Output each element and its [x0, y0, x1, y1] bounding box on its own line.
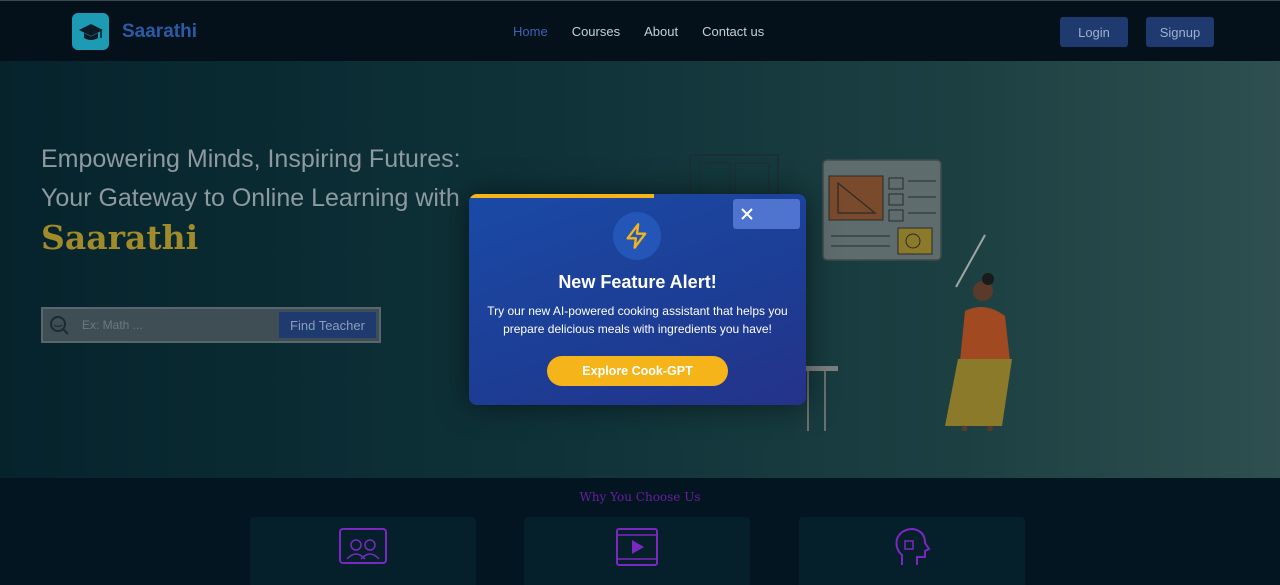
feature-alert-modal: New Feature Alert! Try our new AI-powere…	[469, 194, 806, 405]
hero-brand: Saarathi	[41, 218, 199, 257]
section-title: Why You Choose Us	[579, 490, 701, 504]
login-button[interactable]: Login	[1060, 17, 1128, 47]
close-icon	[741, 208, 753, 220]
hero-heading-line1: Empowering Minds, Inspiring Futures:	[41, 145, 461, 173]
hero-heading-line2: Your Gateway to Online Learning with	[41, 184, 460, 212]
feature-card	[799, 517, 1025, 585]
nav-links: Home Courses About Contact us	[513, 24, 788, 39]
video-play-icon	[616, 528, 658, 566]
nav-courses[interactable]: Courses	[572, 24, 620, 39]
nav-home[interactable]: Home	[513, 24, 548, 39]
signup-button[interactable]: Signup	[1146, 17, 1214, 47]
search-icon	[50, 316, 69, 335]
navbar: Saarathi Home Courses About Contact us L…	[0, 0, 1280, 61]
close-button[interactable]	[733, 199, 800, 229]
nav-about[interactable]: About	[644, 24, 678, 39]
video-call-icon	[339, 528, 387, 564]
teacher-search-bar: Find Teacher	[41, 307, 381, 343]
modal-title: New Feature Alert!	[558, 272, 717, 292]
logo[interactable]	[72, 13, 109, 50]
nav-contact[interactable]: Contact us	[702, 24, 764, 39]
feature-card	[250, 517, 476, 585]
feature-card	[524, 517, 750, 585]
modal-progress-bar	[469, 194, 655, 198]
find-teacher-button[interactable]: Find Teacher	[279, 312, 376, 338]
brand-name[interactable]: Saarathi	[122, 21, 197, 43]
modal-body: Try our new AI-powered cooking assistant…	[487, 304, 788, 336]
lightning-icon	[613, 212, 661, 260]
ai-head-icon	[895, 527, 931, 565]
graduation-cap-icon	[78, 23, 103, 40]
explore-cook-gpt-button[interactable]: Explore Cook-GPT	[547, 356, 728, 386]
search-input[interactable]	[82, 318, 272, 332]
